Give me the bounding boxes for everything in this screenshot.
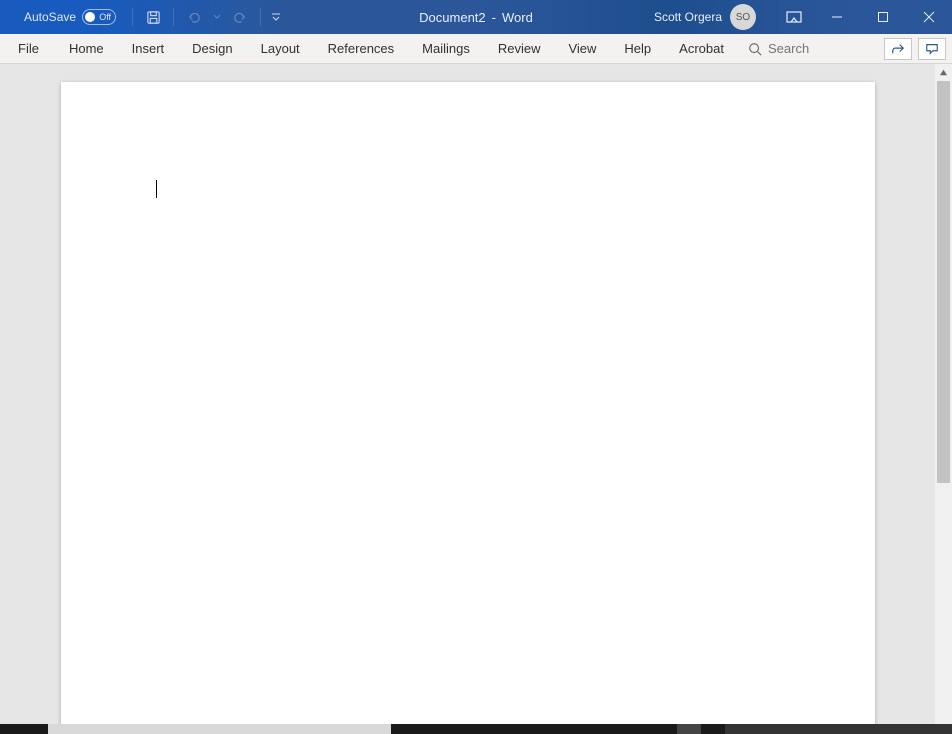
search-group[interactable]	[748, 41, 828, 56]
scroll-thumb[interactable]	[937, 81, 950, 483]
undo-button[interactable]	[182, 5, 206, 29]
divider	[132, 8, 133, 26]
document-page[interactable]	[61, 82, 875, 724]
minimize-button[interactable]	[814, 0, 860, 34]
status-segment	[0, 724, 48, 734]
ribbon-right	[884, 38, 952, 60]
tab-mailings[interactable]: Mailings	[408, 34, 484, 63]
document-name: Document2	[419, 10, 485, 25]
tab-acrobat[interactable]: Acrobat	[665, 34, 738, 63]
vertical-scrollbar[interactable]	[935, 64, 952, 724]
customize-qat-button[interactable]	[269, 5, 283, 29]
save-button[interactable]	[141, 5, 165, 29]
quick-access-toolbar	[130, 5, 283, 29]
workspace	[0, 64, 952, 724]
scroll-up-button[interactable]	[935, 64, 952, 81]
tab-file[interactable]: File	[0, 34, 55, 63]
tab-references[interactable]: References	[314, 34, 408, 63]
autosave-group: AutoSave Off	[0, 9, 116, 25]
ribbon-tabs: File Home Insert Design Layout Reference…	[0, 34, 952, 64]
status-segment	[725, 724, 952, 734]
autosave-label: AutoSave	[24, 10, 76, 24]
chevron-down-icon	[213, 13, 221, 21]
comments-button[interactable]	[918, 38, 946, 60]
toggle-knob	[85, 12, 95, 22]
redo-icon	[233, 10, 247, 24]
search-input[interactable]	[768, 41, 828, 56]
tab-layout[interactable]: Layout	[247, 34, 314, 63]
divider	[173, 8, 174, 26]
status-segment	[677, 724, 701, 734]
chevron-down-icon	[271, 12, 281, 22]
save-icon	[146, 10, 161, 25]
user-name[interactable]: Scott Orgera	[654, 10, 722, 24]
app-name: Word	[502, 10, 533, 25]
tab-review[interactable]: Review	[484, 34, 555, 63]
title-separator: -	[492, 10, 496, 25]
title-bar: AutoSave Off Document2 - Word Scot	[0, 0, 952, 34]
redo-button[interactable]	[228, 5, 252, 29]
share-button[interactable]	[884, 38, 912, 60]
avatar[interactable]: SO	[730, 4, 756, 30]
share-icon	[891, 42, 905, 56]
maximize-icon	[877, 11, 889, 23]
chevron-up-icon	[939, 68, 948, 77]
ribbon-options-icon	[786, 11, 802, 23]
tab-design[interactable]: Design	[178, 34, 246, 63]
maximize-button[interactable]	[860, 0, 906, 34]
title-center: Document2 - Word	[419, 10, 533, 25]
close-button[interactable]	[906, 0, 952, 34]
status-bar[interactable]	[0, 724, 952, 734]
text-cursor	[156, 180, 157, 198]
comments-icon	[925, 42, 939, 56]
search-icon	[748, 42, 762, 56]
status-segment	[48, 724, 391, 734]
undo-icon	[187, 10, 201, 24]
status-segment	[391, 724, 677, 734]
divider	[260, 8, 261, 26]
undo-dropdown[interactable]	[212, 5, 222, 29]
tab-insert[interactable]: Insert	[118, 34, 179, 63]
tab-help[interactable]: Help	[610, 34, 665, 63]
autosave-state: Off	[99, 12, 111, 22]
minimize-icon	[831, 11, 843, 23]
tab-home[interactable]: Home	[55, 34, 118, 63]
ribbon-display-options-button[interactable]	[774, 0, 814, 34]
title-right: Scott Orgera SO	[654, 0, 952, 34]
close-icon	[923, 11, 935, 23]
autosave-toggle[interactable]: Off	[82, 9, 116, 25]
tab-view[interactable]: View	[554, 34, 610, 63]
status-segment	[701, 724, 725, 734]
